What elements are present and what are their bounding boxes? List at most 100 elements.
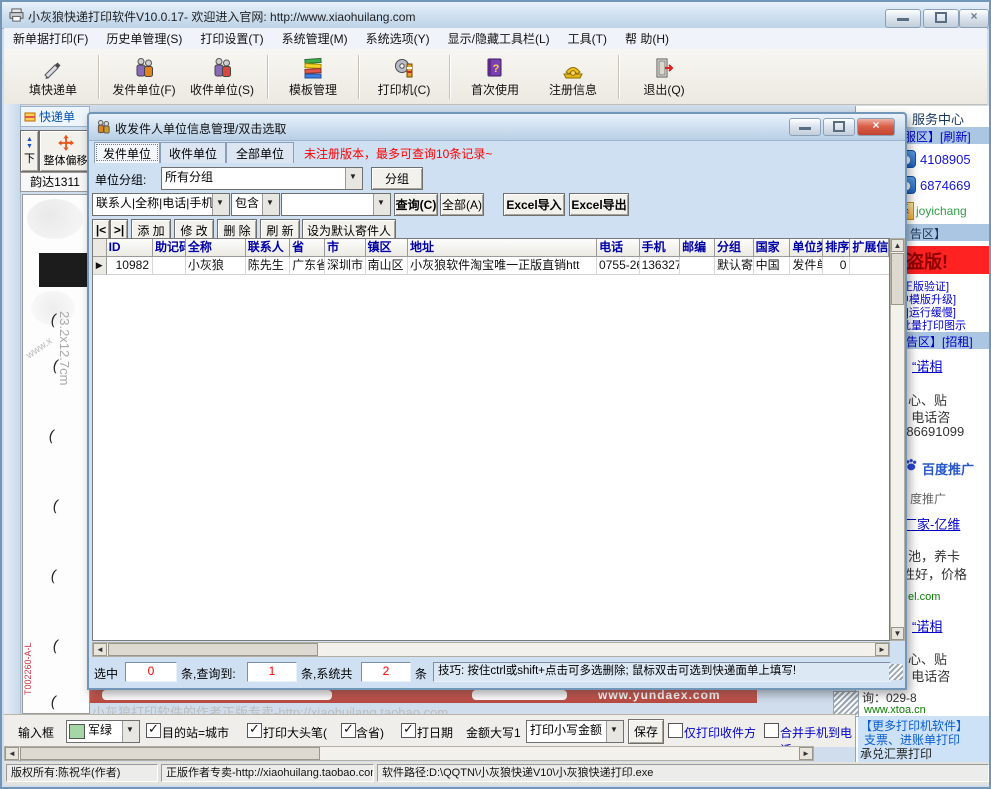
include-province-checkbox[interactable] [341, 723, 356, 738]
col-header[interactable]: 手机 [640, 239, 681, 257]
dest-city-checkbox[interactable] [146, 723, 161, 738]
template-manage-button[interactable]: 模板管理 [274, 52, 352, 102]
col-header[interactable]: 国家 [754, 239, 791, 257]
ad-url[interactable]: el.com [908, 591, 940, 603]
dialog-close-button[interactable]: × [857, 118, 895, 136]
col-header[interactable]: 镇区 [366, 239, 409, 257]
global-offset-button[interactable]: 整体偏移 [39, 130, 92, 172]
scroll-up-icon[interactable]: ▲ [891, 239, 904, 252]
menu-help[interactable]: 帮 助(H) [616, 28, 678, 49]
table-v-scrollbar[interactable]: ▲ ▼ [890, 238, 905, 641]
save-button[interactable]: 保存 [628, 719, 664, 744]
col-header[interactable]: 排序 [823, 239, 850, 257]
scroll-right-icon[interactable]: ► [799, 747, 813, 760]
collapsed-panel-strip[interactable] [4, 104, 21, 762]
col-header[interactable]: 助记码 [153, 239, 186, 257]
menu-toggle-toolbar[interactable]: 显示/隐藏工具栏(L) [439, 28, 559, 49]
tab-all-units[interactable]: 全部单位 [226, 142, 294, 163]
chevron-down-icon[interactable] [122, 721, 139, 742]
merge-mobile-checkbox[interactable] [764, 723, 779, 738]
template-name[interactable]: 韵达1311 [20, 172, 90, 192]
minimize-icon [897, 18, 909, 21]
chevron-down-icon[interactable] [606, 721, 623, 742]
query-button[interactable]: 查询(C) [394, 193, 438, 216]
scroll-left-icon[interactable]: ◄ [5, 747, 19, 760]
restore-button[interactable] [923, 9, 959, 28]
scroll-thumb[interactable] [891, 253, 904, 305]
panel-link[interactable]: 批量打印图示 [900, 317, 966, 333]
col-header[interactable]: 省 [290, 239, 325, 257]
register-info-button[interactable]: 注册信息 [534, 52, 612, 102]
col-header[interactable]: 地址 [408, 239, 597, 257]
tab-sender-unit[interactable]: 发件单位 [94, 142, 160, 163]
fill-waybill-button[interactable]: 填快递单 [14, 52, 92, 102]
amount-mode-combo[interactable]: 打印小写金额 [526, 720, 624, 743]
group-combo[interactable]: 所有分组 [161, 167, 363, 190]
scroll-left-icon[interactable]: ◄ [93, 643, 107, 656]
col-header[interactable]: 全称 [186, 239, 246, 257]
big-pen-checkbox[interactable] [247, 723, 262, 738]
dialog-resize-grip[interactable] [889, 664, 903, 680]
dialog-minimize-button[interactable] [789, 118, 821, 136]
table-h-scrollbar[interactable]: ◄ ► [92, 642, 890, 657]
scroll-thumb[interactable] [20, 747, 320, 760]
label-strip-preview: www.yundaex.com [90, 688, 757, 703]
all-button[interactable]: 全部(A) [440, 193, 484, 216]
menu-print-settings[interactable]: 打印设置(T) [191, 28, 272, 49]
down-spinner[interactable]: ▲ ▼ 下 [20, 130, 39, 172]
receiver-unit-button[interactable]: 收件单位(S) [183, 52, 261, 102]
excel-export-button[interactable]: Excel导出 [569, 193, 629, 216]
input-color-combo[interactable]: 军绿 [66, 720, 140, 743]
qq-number[interactable]: 4108905 [920, 152, 971, 167]
chevron-down-icon[interactable] [373, 194, 390, 215]
scroll-right-icon[interactable]: ► [875, 643, 889, 656]
table-row[interactable]: ▶ 10982 小灰狼 陈先生 广东省 深圳市 南山区 小灰狼软件淘宝唯一正版直… [93, 257, 889, 275]
menu-system-manage[interactable]: 系统管理(M) [273, 28, 357, 49]
col-header[interactable]: 分组 [715, 239, 754, 257]
unregistered-warning: 未注册版本，最多可查询10条记录~ [304, 145, 492, 162]
col-header[interactable]: 联系人 [246, 239, 290, 257]
close-button[interactable]: × [959, 9, 989, 28]
group-button[interactable]: 分组 [371, 167, 423, 190]
chevron-down-icon[interactable] [262, 194, 279, 215]
dialog-restore-button[interactable] [823, 118, 855, 136]
printer-button[interactable]: 打印机(C) [365, 52, 443, 102]
menu-new-print[interactable]: 新单据打印(F) [4, 28, 97, 49]
ad-link[interactable]: “诺相 [912, 616, 942, 635]
only-receiver-checkbox[interactable] [668, 723, 683, 738]
scroll-thumb[interactable] [108, 643, 318, 656]
sender-unit-button[interactable]: 发件单位(F) [105, 52, 183, 102]
main-h-scrollbar[interactable]: ◄ ► [4, 746, 814, 761]
qq-number[interactable]: 6874669 [920, 178, 971, 193]
filter-op-combo[interactable]: 包含 [231, 193, 280, 216]
col-header[interactable]: 单位类 [790, 239, 823, 257]
menu-tools[interactable]: 工具(T) [559, 28, 616, 49]
minimize-button[interactable] [885, 9, 921, 28]
ad-band-label[interactable]: 告区】[招租] [906, 333, 973, 350]
tab-receiver-unit[interactable]: 收件单位 [160, 142, 226, 163]
col-header[interactable]: 电话 [597, 239, 640, 257]
scroll-down-icon[interactable]: ▼ [891, 627, 904, 640]
col-header[interactable]: ID [107, 239, 153, 257]
ad-url[interactable]: www.xtoa.cn [864, 704, 926, 716]
col-header[interactable]: 扩展信 [850, 239, 889, 257]
print-date-checkbox[interactable] [401, 723, 416, 738]
search-input[interactable] [281, 193, 391, 216]
menu-system-options[interactable]: 系统选项(Y) [357, 28, 439, 49]
qq-service-link[interactable]: 服区】[刷新] [904, 128, 971, 145]
exit-button[interactable]: 退出(Q) [625, 52, 703, 102]
col-header[interactable]: 邮编 [680, 239, 715, 257]
excel-import-button[interactable]: Excel导入 [503, 193, 565, 216]
label-preview[interactable]: www.x 23.2x12.7cm ( ( ( ( ( ( ( T002260-… [22, 194, 90, 714]
first-use-button[interactable]: ? 首次使用 [456, 52, 534, 102]
chevron-down-icon[interactable] [212, 194, 229, 215]
tab-waybill[interactable]: 快递单 [20, 106, 90, 127]
ad-link[interactable]: “诺相 [912, 356, 942, 375]
phone-icon [560, 56, 586, 80]
chevron-down-icon[interactable] [345, 168, 362, 189]
filter-field-combo[interactable]: 联系人|全称|电话|手机|助记码 [92, 193, 230, 216]
col-header[interactable]: 市 [325, 239, 366, 257]
ad-link[interactable]: 厂家-亿维 [904, 514, 960, 533]
menu-history[interactable]: 历史单管理(S) [97, 28, 191, 49]
contact-name[interactable]: joyichang [916, 204, 967, 218]
